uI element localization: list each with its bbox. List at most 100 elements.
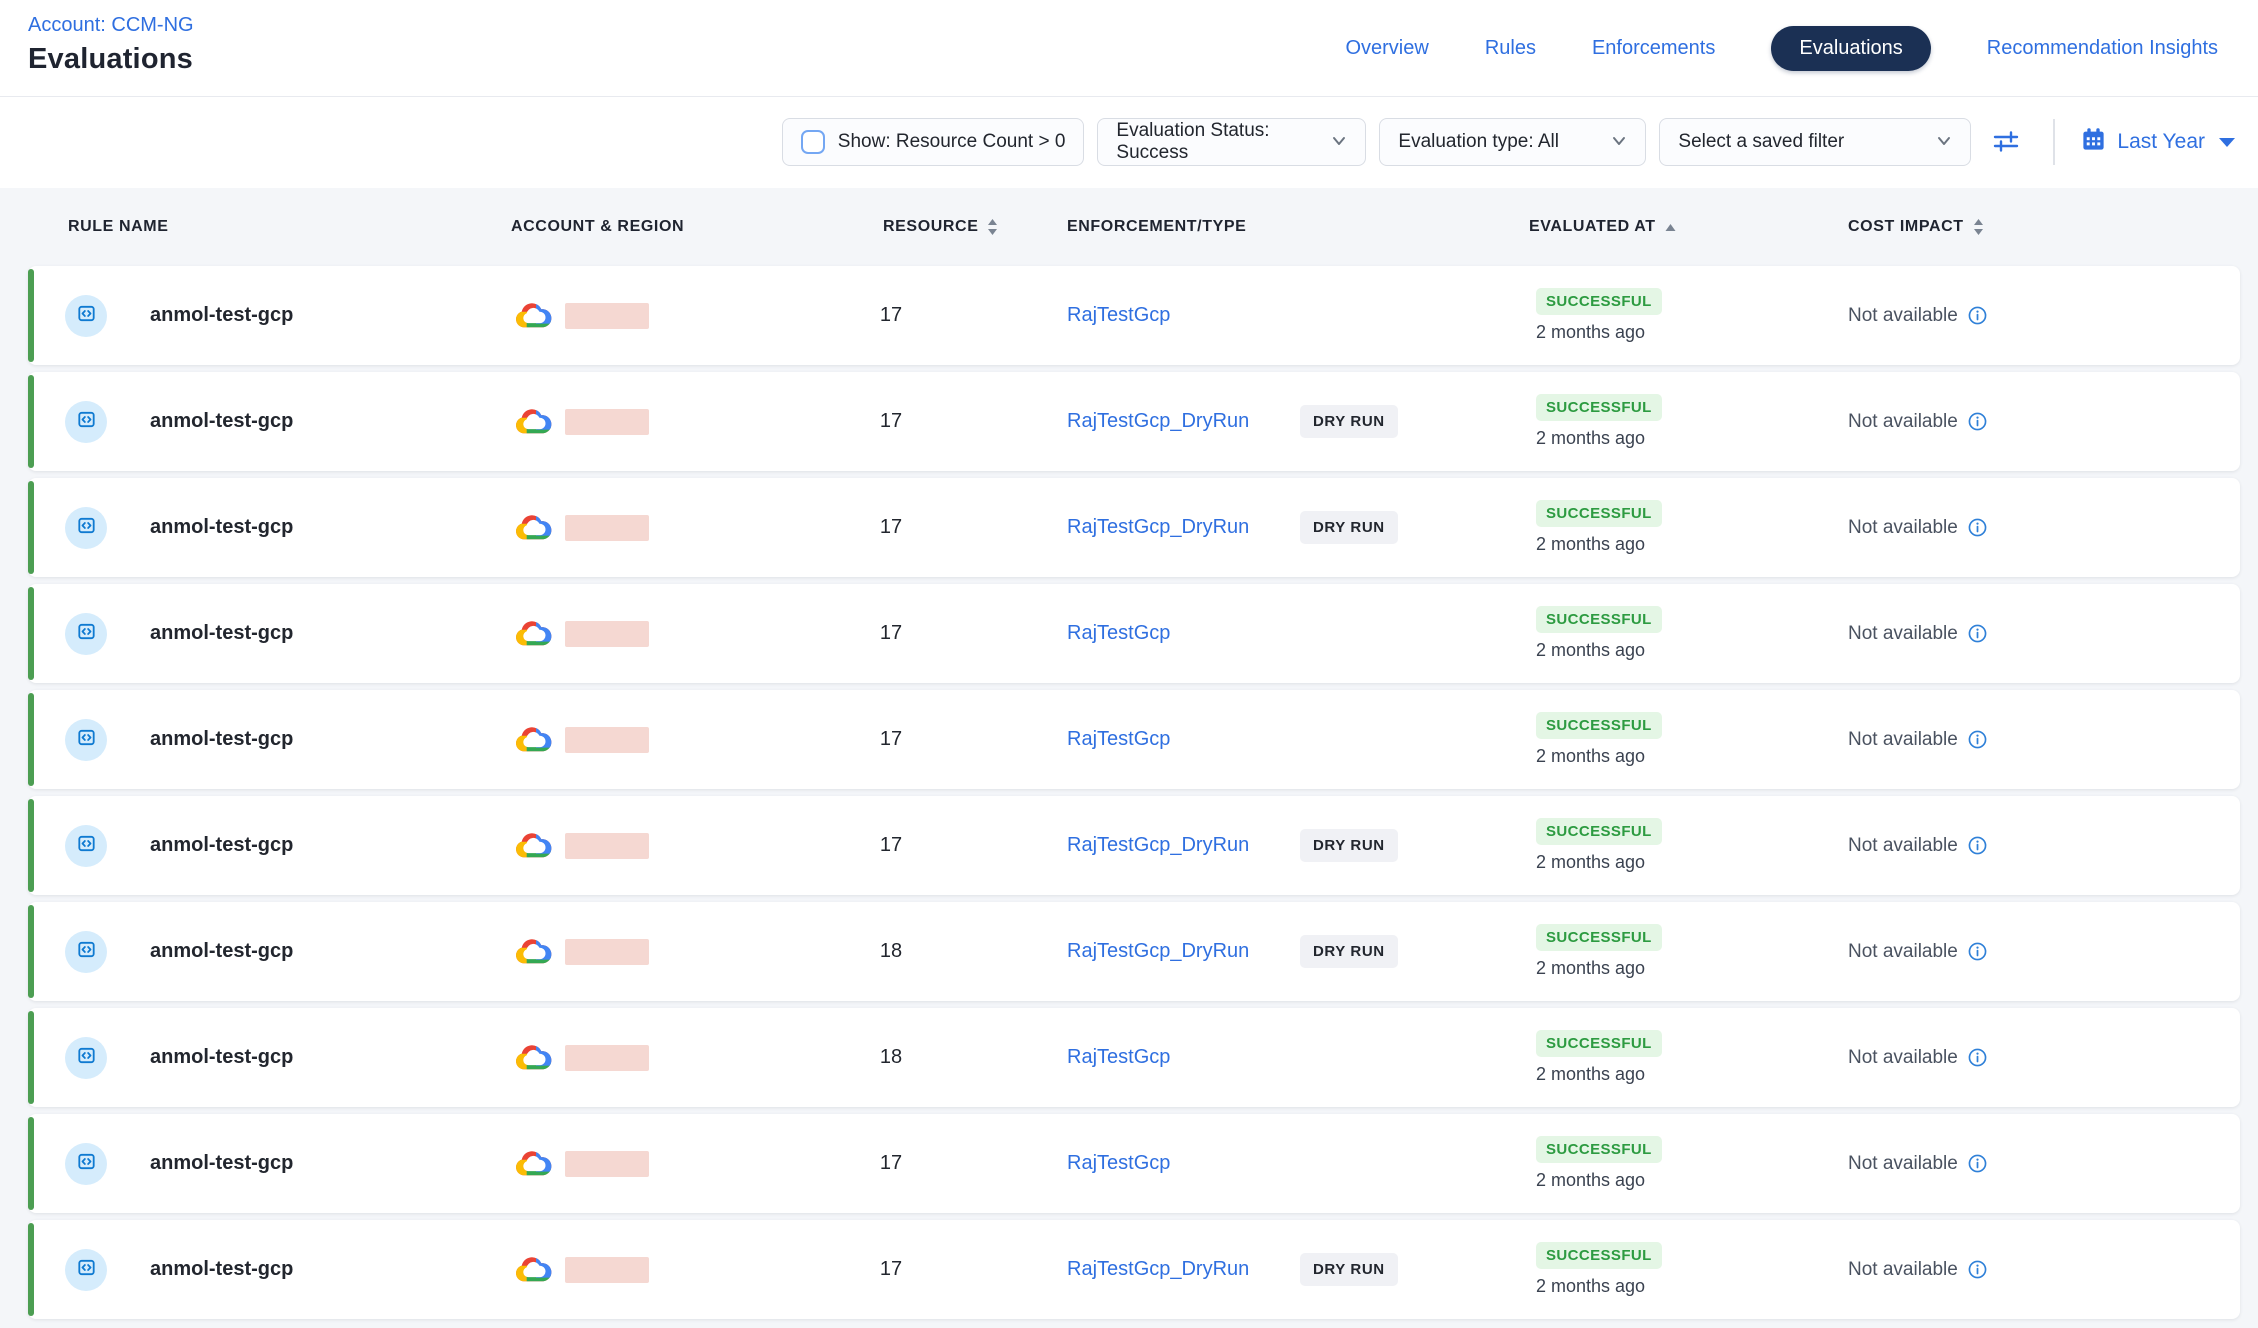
resource-count-filter[interactable]: Show: Resource Count > 0: [782, 118, 1085, 166]
resource-count: 18: [841, 902, 941, 1001]
rule-code-icon: [75, 1150, 98, 1178]
resource-count: 17: [841, 372, 941, 471]
rule-code-icon: [75, 726, 98, 754]
info-icon[interactable]: [1967, 1259, 1988, 1280]
rule-code-icon: [75, 938, 98, 966]
account-breadcrumb[interactable]: Account: CCM-NG: [28, 14, 194, 37]
table-row[interactable]: anmol-test-gcp 18: [28, 902, 2240, 1001]
date-range-value: Last Year: [2117, 130, 2205, 154]
row-status-accent-bar: [28, 269, 34, 362]
rule-avatar: [65, 1008, 107, 1107]
tab-overview[interactable]: Overview: [1345, 37, 1428, 60]
gcp-cloud-icon: [513, 902, 554, 1001]
evaluated-time: 2 months ago: [1536, 428, 1645, 449]
gcp-cloud-icon: [513, 478, 554, 577]
col-header-evaluated-at[interactable]: EVALUATED AT: [1529, 188, 1677, 266]
enforcement-link[interactable]: RajTestGcp_DryRun: [1067, 1220, 1249, 1319]
info-icon[interactable]: [1967, 623, 1988, 644]
cost-impact: Not available: [1848, 1220, 1988, 1319]
info-icon[interactable]: [1967, 835, 1988, 856]
table-row[interactable]: anmol-test-gcp 17: [28, 796, 2240, 895]
rule-name: anmol-test-gcp: [150, 796, 293, 895]
row-status-accent-bar: [28, 587, 34, 680]
cost-impact: Not available: [1848, 266, 1988, 365]
cost-impact: Not available: [1848, 1008, 1988, 1107]
table-row[interactable]: anmol-test-gcp 17: [28, 1114, 2240, 1213]
table-row[interactable]: anmol-test-gcp 18: [28, 1008, 2240, 1107]
enforcement-link[interactable]: RajTestGcp_DryRun: [1067, 372, 1249, 471]
resource-count: 17: [841, 1220, 941, 1319]
filter-settings-button[interactable]: [1984, 125, 2028, 160]
status-badge: SUCCESSFUL: [1536, 288, 1662, 315]
col-header-rule-name[interactable]: RULE NAME: [68, 188, 169, 266]
enforcement-link[interactable]: RajTestGcp: [1067, 266, 1170, 365]
sort-ascending-icon: [1664, 222, 1677, 233]
table-row[interactable]: anmol-test-gcp 17: [28, 266, 2240, 365]
evaluation-status: SUCCESSFUL 2 months ago: [1536, 1114, 1662, 1213]
info-icon[interactable]: [1967, 1153, 1988, 1174]
rule-code-icon: [75, 302, 98, 330]
tab-rules[interactable]: Rules: [1485, 37, 1536, 60]
row-status-accent-bar: [28, 1117, 34, 1210]
rule-avatar: [65, 690, 107, 789]
enforcement-link[interactable]: RajTestGcp_DryRun: [1067, 796, 1249, 895]
rule-code-icon: [75, 514, 98, 542]
date-range-picker[interactable]: Last Year: [2080, 126, 2235, 159]
row-status-accent-bar: [28, 905, 34, 998]
gcp-cloud-icon: [513, 690, 554, 789]
enforcement-link[interactable]: RajTestGcp_DryRun: [1067, 902, 1249, 1001]
enforcement-link[interactable]: RajTestGcp: [1067, 1008, 1170, 1107]
evaluated-time: 2 months ago: [1536, 534, 1645, 555]
col-header-enforcement-type[interactable]: ENFORCEMENT/TYPE: [1067, 188, 1246, 266]
evaluation-status: SUCCESSFUL 2 months ago: [1536, 266, 1662, 365]
col-header-account-region[interactable]: ACCOUNT & REGION: [511, 188, 684, 266]
gcp-cloud-icon: [513, 1008, 554, 1107]
gcp-cloud-icon: [513, 796, 554, 895]
status-badge: SUCCESSFUL: [1536, 606, 1662, 633]
cost-impact: Not available: [1848, 796, 1988, 895]
resource-count: 17: [841, 1114, 941, 1213]
table-row[interactable]: anmol-test-gcp 17: [28, 690, 2240, 789]
sort-both-icon: [1972, 217, 1985, 237]
tab-evaluations-active[interactable]: Evaluations: [1771, 26, 1930, 71]
saved-filter-dropdown[interactable]: Select a saved filter: [1659, 118, 1971, 166]
rule-name: anmol-test-gcp: [150, 372, 293, 471]
resource-count-checkbox[interactable]: [801, 130, 825, 154]
redacted-account-region: [565, 939, 649, 965]
status-badge: SUCCESSFUL: [1536, 924, 1662, 951]
col-header-cost-impact[interactable]: COST IMPACT: [1848, 188, 1985, 266]
evaluation-status-dropdown[interactable]: Evaluation Status: Success: [1097, 118, 1366, 166]
enforcement-link[interactable]: RajTestGcp: [1067, 690, 1170, 789]
rule-name: anmol-test-gcp: [150, 1114, 293, 1213]
gcp-cloud-icon: [513, 1114, 554, 1213]
table-header-row: RULE NAME ACCOUNT & REGION RESOURCE ENFO…: [0, 188, 2258, 266]
info-icon[interactable]: [1967, 305, 1988, 326]
table-row[interactable]: anmol-test-gcp 17: [28, 372, 2240, 471]
dry-run-badge: DRY RUN: [1300, 372, 1398, 471]
info-icon[interactable]: [1967, 517, 1988, 538]
rule-code-icon: [75, 1256, 98, 1284]
table-row[interactable]: anmol-test-gcp 17: [28, 1220, 2240, 1319]
gcp-cloud-icon: [513, 1220, 554, 1319]
info-icon[interactable]: [1967, 411, 1988, 432]
gcp-cloud-icon: [513, 266, 554, 365]
info-icon[interactable]: [1967, 729, 1988, 750]
saved-filter-placeholder: Select a saved filter: [1678, 131, 1844, 153]
gcp-cloud-icon: [513, 584, 554, 683]
evaluated-time: 2 months ago: [1536, 322, 1645, 343]
enforcement-link[interactable]: RajTestGcp_DryRun: [1067, 478, 1249, 577]
enforcement-link[interactable]: RajTestGcp: [1067, 1114, 1170, 1213]
info-icon[interactable]: [1967, 941, 1988, 962]
evaluated-time: 2 months ago: [1536, 852, 1645, 873]
evaluation-type-dropdown[interactable]: Evaluation type: All: [1379, 118, 1646, 166]
tab-enforcements[interactable]: Enforcements: [1592, 37, 1715, 60]
resource-count: 17: [841, 690, 941, 789]
tab-recommendation-insights[interactable]: Recommendation Insights: [1987, 37, 2218, 60]
resource-count: 17: [841, 584, 941, 683]
col-header-resource[interactable]: RESOURCE: [883, 188, 999, 266]
table-row[interactable]: anmol-test-gcp 17: [28, 478, 2240, 577]
table-row[interactable]: anmol-test-gcp 17: [28, 584, 2240, 683]
cost-impact: Not available: [1848, 478, 1988, 577]
info-icon[interactable]: [1967, 1047, 1988, 1068]
enforcement-link[interactable]: RajTestGcp: [1067, 584, 1170, 683]
